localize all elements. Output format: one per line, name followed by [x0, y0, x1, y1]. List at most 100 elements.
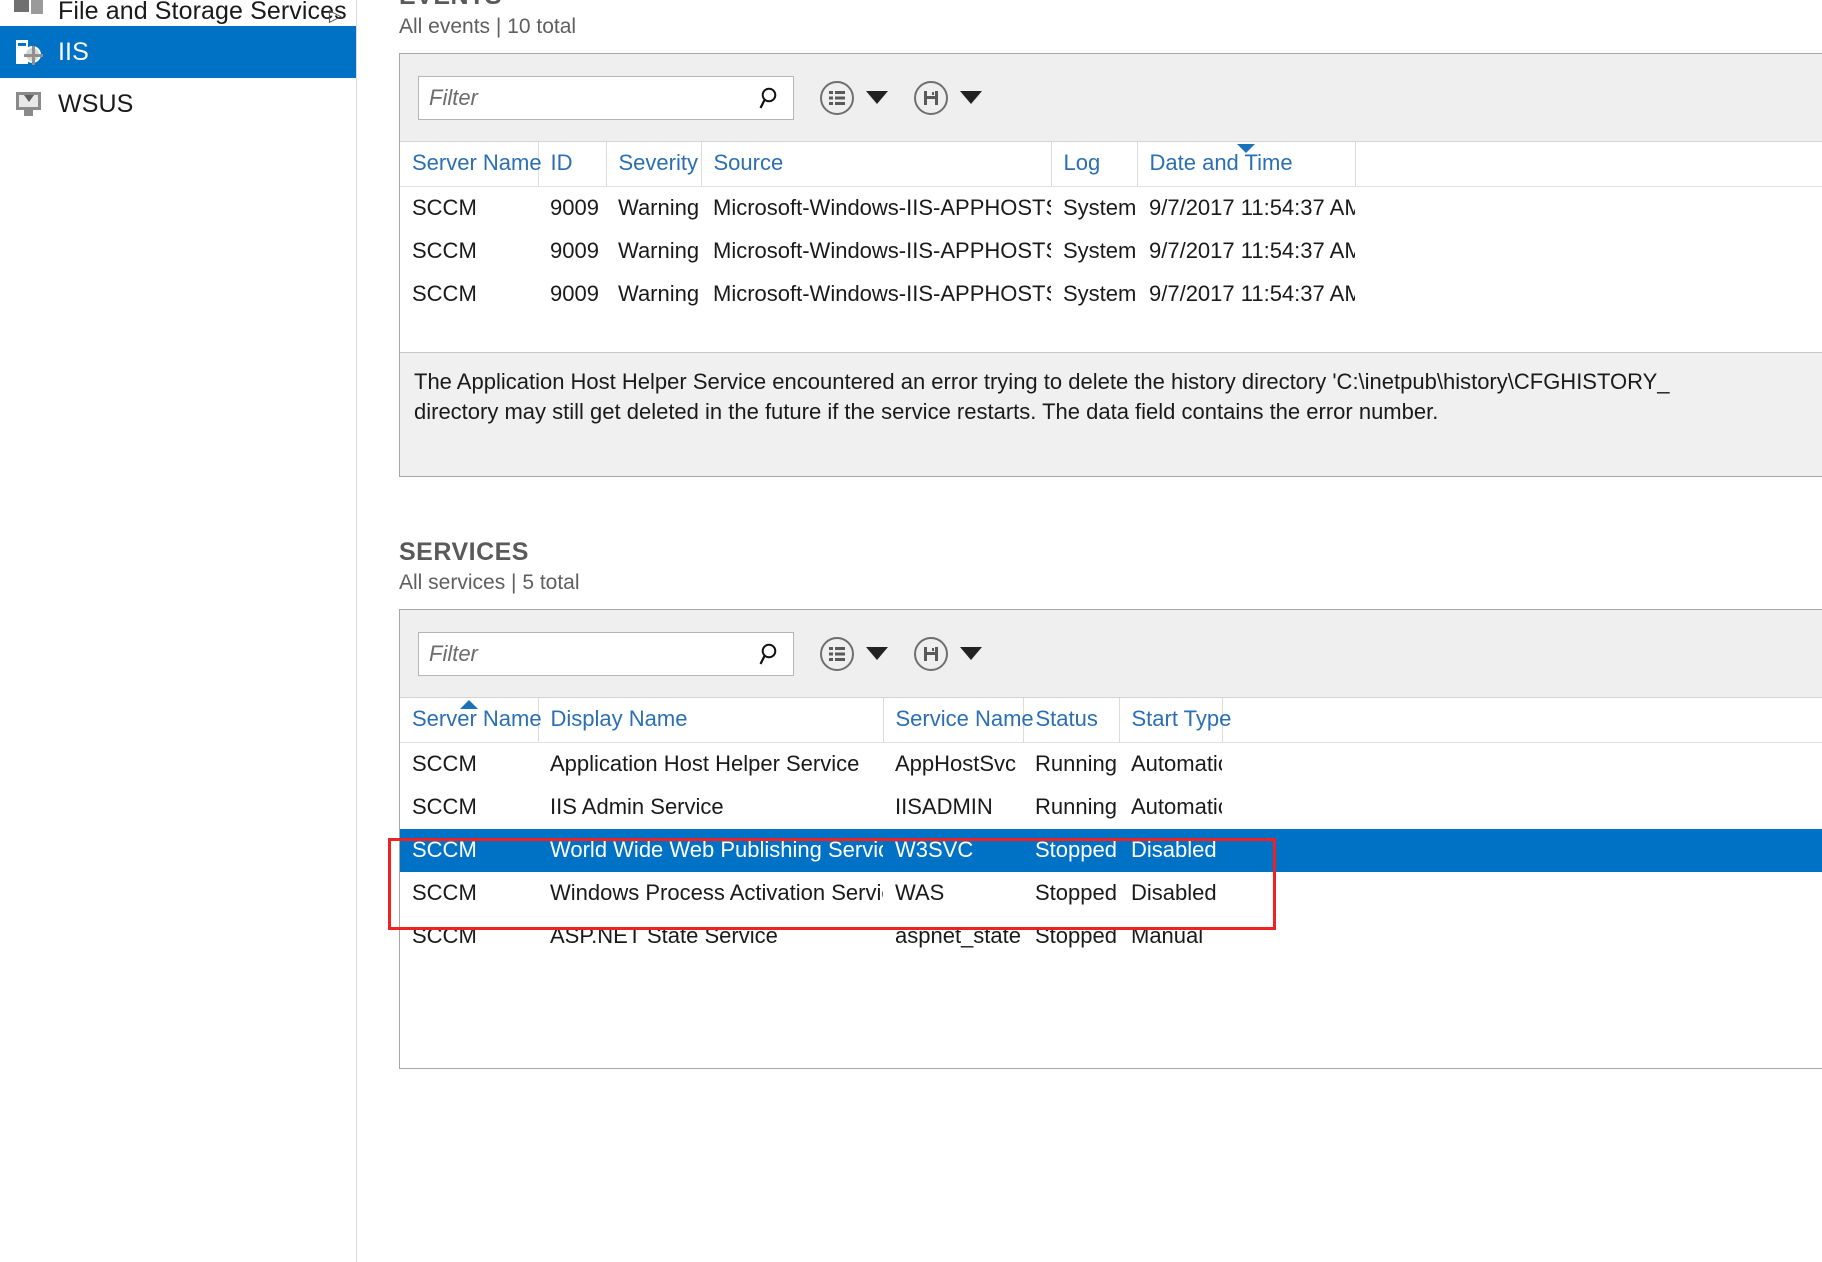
table-row[interactable]: SCCM 9009 Warning Microsoft-Windows-IIS-…: [400, 273, 1822, 316]
events-subtitle: All events | 10 total: [399, 15, 1822, 39]
wsus-icon: [14, 89, 44, 119]
iis-icon: [14, 37, 44, 67]
cell-server-name: SCCM: [400, 829, 538, 872]
services-column-status[interactable]: Status: [1023, 698, 1119, 743]
list-icon: [827, 88, 847, 108]
cell-display-name: ASP.NET State Service: [538, 915, 883, 958]
cell-server-name: SCCM: [400, 872, 538, 915]
cell-status: Running: [1023, 786, 1119, 829]
table-row-spacer: [400, 316, 1822, 352]
list-view-dropdown-caret[interactable]: [866, 647, 888, 660]
events-table: Server Name ID Severity Source Log Date …: [400, 142, 1822, 352]
cell-server-name: SCCM: [400, 743, 538, 787]
cell-server-name: SCCM: [400, 915, 538, 958]
save-query-dropdown-caret[interactable]: [960, 647, 982, 660]
search-icon[interactable]: [759, 642, 783, 666]
cell-severity: Warning: [606, 187, 701, 231]
cell-date-and-time: 9/7/2017 11:54:37 AM: [1137, 230, 1355, 273]
save-query-dropdown-caret[interactable]: [960, 91, 982, 104]
services-panel: Server Name Display Name Service Name St…: [399, 609, 1822, 1069]
cell-server-name: SCCM: [400, 187, 538, 231]
list-icon: [827, 644, 847, 664]
cell-service-name: aspnet_state: [883, 915, 1023, 958]
sort-descending-icon: [1237, 144, 1255, 153]
services-column-display-name[interactable]: Display Name: [538, 698, 883, 743]
cell-filler: [1355, 273, 1822, 316]
chevron-right-icon[interactable]: ▷: [329, 6, 342, 26]
events-column-id[interactable]: ID: [538, 142, 606, 187]
table-row[interactable]: SCCM Windows Process Activation Service …: [400, 872, 1822, 915]
services-save-group: [914, 637, 982, 671]
table-row[interactable]: SCCM 9009 Warning Microsoft-Windows-IIS-…: [400, 230, 1822, 273]
cell-status: Stopped: [1023, 829, 1119, 872]
table-row-selected[interactable]: SCCM World Wide Web Publishing Service W…: [400, 829, 1822, 872]
cell-filler: [1222, 786, 1822, 829]
cell-service-name: WAS: [883, 872, 1023, 915]
cell-start-type: Automatic: [1119, 786, 1222, 829]
sidebar-item-wsus[interactable]: WSUS: [0, 78, 356, 130]
cell-server-name: SCCM: [400, 273, 538, 316]
search-icon[interactable]: [759, 86, 783, 110]
services-title: SERVICES: [399, 538, 1822, 567]
table-row[interactable]: SCCM Application Host Helper Service App…: [400, 743, 1822, 787]
services-column-filler: [1222, 698, 1822, 743]
sidebar-item-label: WSUS: [58, 90, 133, 119]
events-filter-input[interactable]: [429, 77, 759, 119]
list-view-button[interactable]: [820, 81, 854, 115]
events-column-date-and-time[interactable]: Date and Time: [1137, 142, 1355, 187]
services-filter-box[interactable]: [418, 632, 794, 676]
services-section: SERVICES All services | 5 total: [399, 538, 1822, 1069]
cell-date-and-time: 9/7/2017 11:54:37 AM: [1137, 187, 1355, 231]
services-subtitle: All services | 5 total: [399, 571, 1822, 595]
sort-ascending-icon: [460, 700, 478, 709]
table-row[interactable]: SCCM 9009 Warning Microsoft-Windows-IIS-…: [400, 187, 1822, 231]
events-column-severity[interactable]: Severity: [606, 142, 701, 187]
cell-status: Stopped: [1023, 915, 1119, 958]
services-list-view-group: [820, 637, 888, 671]
cell-server-name: SCCM: [400, 786, 538, 829]
cell-id: 9009: [538, 273, 606, 316]
services-column-start-type[interactable]: Start Type: [1119, 698, 1222, 743]
save-query-button[interactable]: [914, 81, 948, 115]
events-column-source[interactable]: Source: [701, 142, 1051, 187]
sidebar-item-label: File and Storage Services: [58, 0, 347, 26]
sidebar-item-file-and-storage-services[interactable]: File and Storage Services ▷: [0, 0, 356, 26]
list-view-dropdown-caret[interactable]: [866, 91, 888, 104]
save-disk-icon: [922, 645, 940, 663]
services-column-service-name[interactable]: Service Name: [883, 698, 1023, 743]
table-row[interactable]: SCCM ASP.NET State Service aspnet_state …: [400, 915, 1822, 958]
events-column-server-name[interactable]: Server Name: [400, 142, 538, 187]
cell-source: Microsoft-Windows-IIS-APPHOSTSVC: [701, 230, 1051, 273]
events-table-body: SCCM 9009 Warning Microsoft-Windows-IIS-…: [400, 187, 1822, 353]
cell-filler: [1222, 743, 1822, 787]
cell-display-name: World Wide Web Publishing Service: [538, 829, 883, 872]
cell-start-type: Manual: [1119, 915, 1222, 958]
list-view-button[interactable]: [820, 637, 854, 671]
save-query-button[interactable]: [914, 637, 948, 671]
services-column-label: Server Name: [412, 706, 542, 731]
cell-service-name: IISADMIN: [883, 786, 1023, 829]
cell-severity: Warning: [606, 273, 701, 316]
events-column-filler: [1355, 142, 1822, 187]
events-filter-box[interactable]: [418, 76, 794, 120]
cell-filler: [1222, 829, 1822, 872]
event-detail-line-1: The Application Host Helper Service enco…: [414, 367, 1822, 397]
events-title: EVENTS: [399, 0, 1822, 11]
events-list-view-group: [820, 81, 888, 115]
events-header-row: Server Name ID Severity Source Log Date …: [400, 142, 1822, 187]
table-row-spacer: [400, 958, 1822, 1068]
event-detail-pane: The Application Host Helper Service enco…: [400, 352, 1822, 476]
events-column-label: Date and Time: [1150, 150, 1293, 175]
navigation-sidebar: File and Storage Services ▷ IIS WSUS: [0, 0, 357, 1262]
services-toolbar: [400, 610, 1822, 698]
services-filter-input[interactable]: [429, 633, 759, 675]
services-column-server-name[interactable]: Server Name: [400, 698, 538, 743]
cell-filler: [1222, 872, 1822, 915]
table-row[interactable]: SCCM IIS Admin Service IISADMIN Running …: [400, 786, 1822, 829]
cell-source: Microsoft-Windows-IIS-APPHOSTSVC: [701, 187, 1051, 231]
cell-source: Microsoft-Windows-IIS-APPHOSTSVC: [701, 273, 1051, 316]
sidebar-item-iis[interactable]: IIS: [0, 26, 356, 78]
cell-server-name: SCCM: [400, 230, 538, 273]
cell-start-type: Disabled: [1119, 872, 1222, 915]
events-column-log[interactable]: Log: [1051, 142, 1137, 187]
